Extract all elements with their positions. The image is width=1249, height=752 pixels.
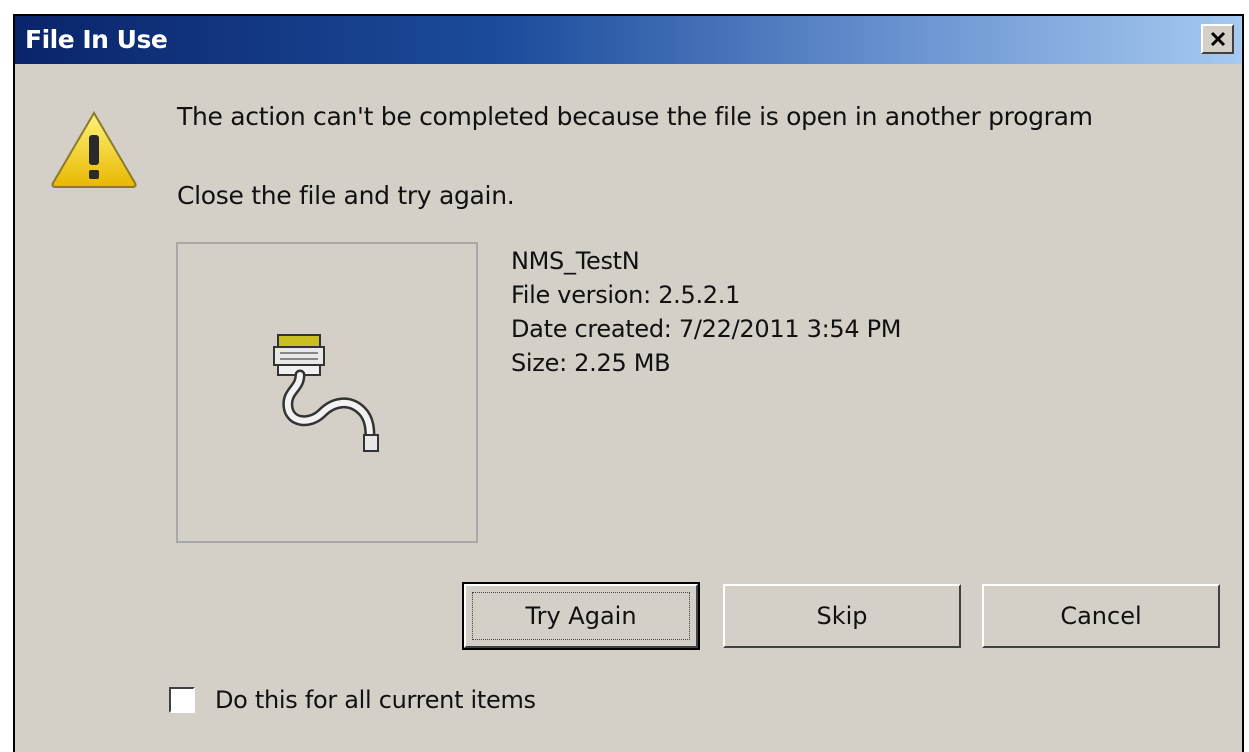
warning-icon [51, 111, 137, 188]
instruction-message: Close the file and try again. [177, 181, 515, 210]
error-message: The action can't be completed because th… [177, 102, 1093, 131]
close-button[interactable] [1201, 24, 1234, 54]
file-details: NMS_TestN File version: 2.5.2.1 Date cre… [511, 244, 902, 380]
file-thumbnail [176, 242, 478, 543]
close-icon [1210, 31, 1225, 47]
cancel-button[interactable]: Cancel [982, 584, 1220, 648]
file-name: NMS_TestN [511, 247, 640, 275]
file-date-created: Date created: 7/22/2011 3:54 PM [511, 315, 902, 343]
try-again-button[interactable]: Try Again [462, 582, 700, 650]
plug-cable-icon [273, 334, 379, 452]
file-version: File version: 2.5.2.1 [511, 281, 741, 309]
window-title: File In Use [25, 25, 168, 54]
cancel-label: Cancel [1060, 602, 1142, 630]
file-in-use-dialog: File In Use The action can't be complete… [13, 14, 1244, 752]
apply-to-all-row[interactable]: Do this for all current items [169, 686, 536, 714]
skip-button[interactable]: Skip [723, 584, 961, 648]
focus-rect [472, 592, 690, 640]
apply-to-all-label[interactable]: Do this for all current items [215, 686, 536, 714]
file-size: Size: 2.25 MB [511, 349, 671, 377]
title-bar[interactable]: File In Use [15, 16, 1242, 64]
skip-label: Skip [816, 602, 868, 630]
apply-to-all-checkbox[interactable] [169, 687, 195, 713]
